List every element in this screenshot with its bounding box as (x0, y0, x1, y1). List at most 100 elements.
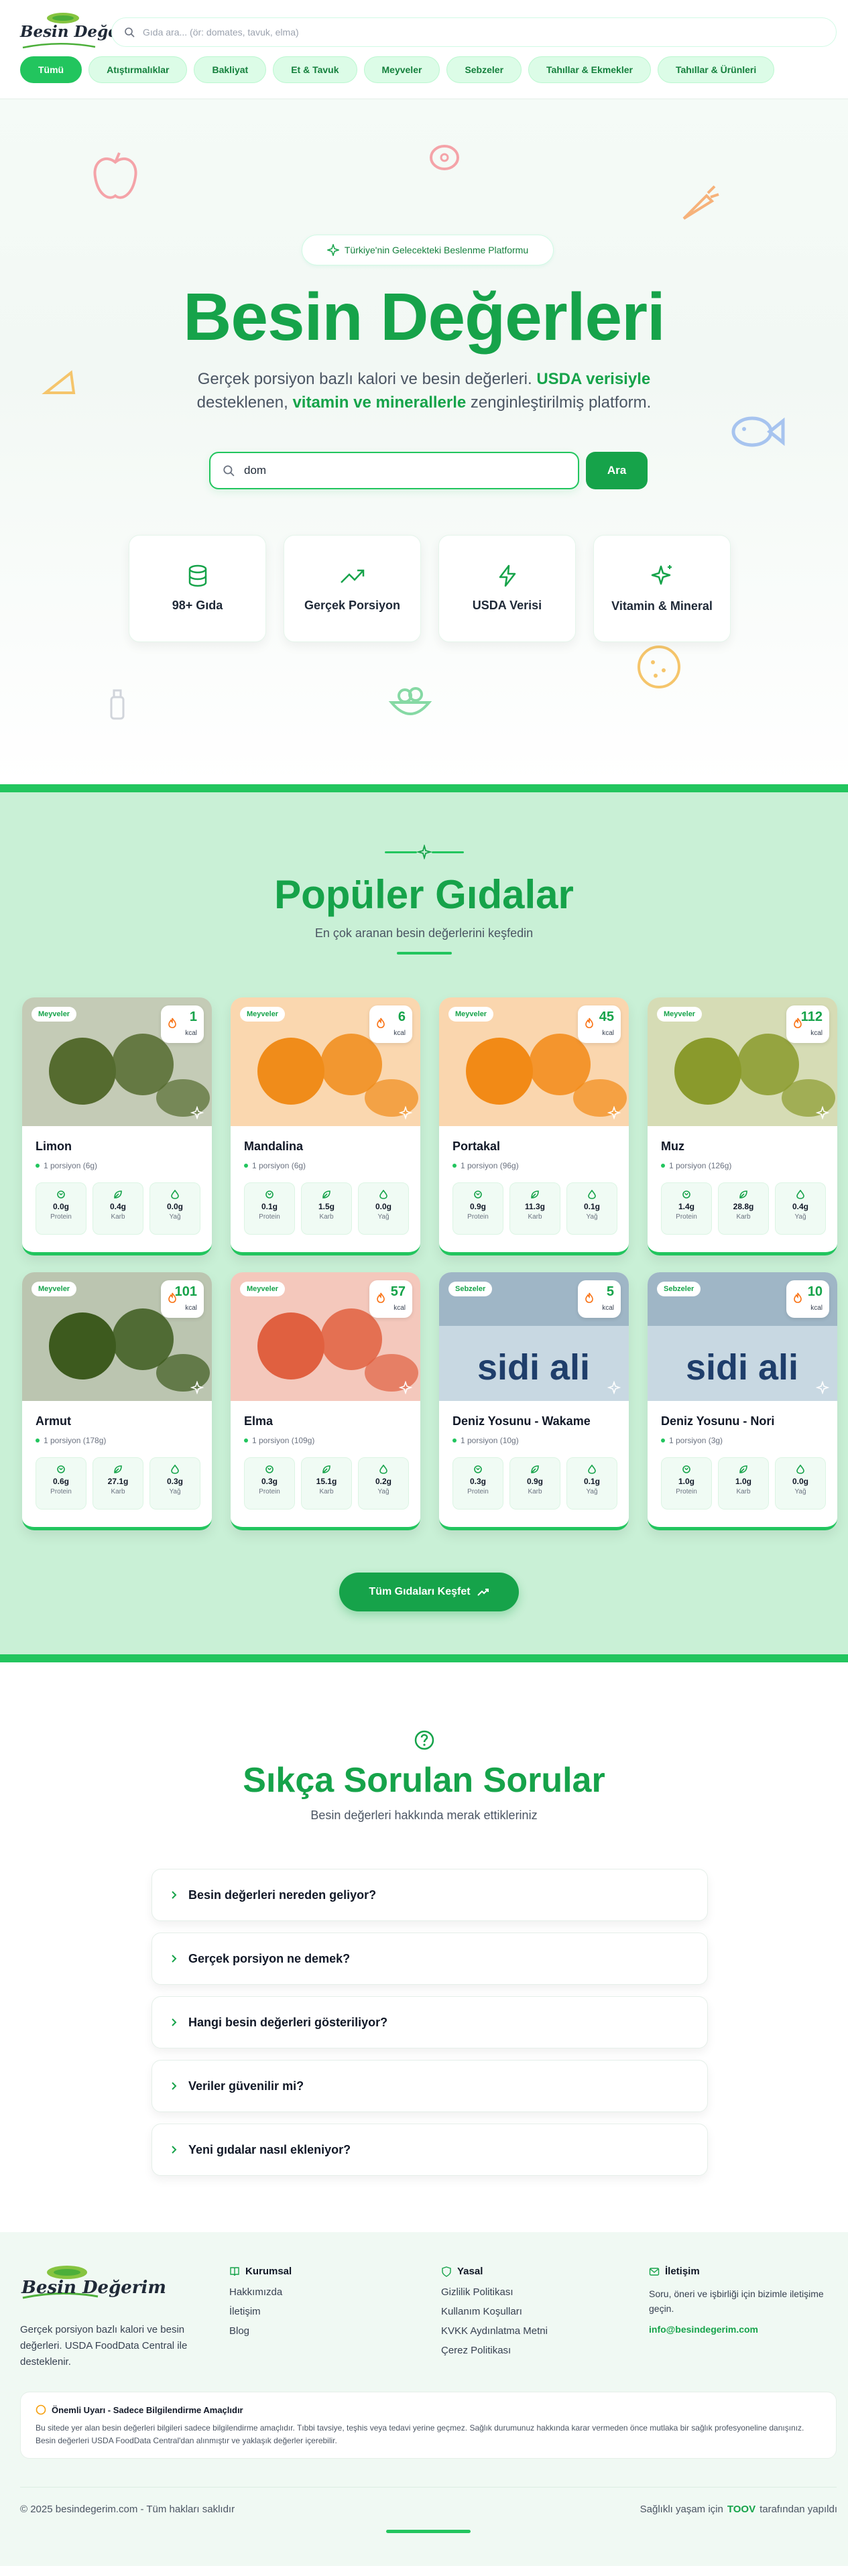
category-meat-chicken[interactable]: Et & Tavuk (273, 56, 357, 83)
food-card[interactable]: Meyveler 57 kcal Elma 1 porsiyon (109g) 0.3g P… (231, 1272, 420, 1530)
shield-icon (442, 2266, 451, 2277)
nutrient-carb: 1.0g Karb (718, 1457, 769, 1510)
leaf-icon (114, 1190, 122, 1199)
feature-label: Gerçek Porsiyon (304, 599, 401, 612)
category-fruits[interactable]: Meyveler (363, 56, 440, 83)
search-button[interactable]: Ara (586, 452, 648, 489)
food-card[interactable]: Meyveler 101 kcal Armut 1 porsiyon (178g) 0.6… (22, 1272, 212, 1530)
footer-link-blog[interactable]: Blog (229, 2325, 292, 2337)
category-tabs: Tümü Atıştırmalıklar Bakliyat Et & Tavuk… (20, 56, 775, 83)
footer-contact-text: Soru, öneri ve işbirliği için bizimle il… (649, 2288, 824, 2314)
nutrient-carb: 15.1g Karb (301, 1457, 352, 1510)
sparkle-icon (190, 1106, 204, 1119)
leaf-icon (531, 1190, 539, 1199)
faq-item[interactable]: Veriler güvenilir mi? (152, 2060, 708, 2112)
explore-all-button[interactable]: Tüm Gıdaları Keşfet (339, 1573, 519, 1611)
popular-subtitle: En çok aranan besin değerlerini keşfedin (314, 926, 534, 940)
droplet-icon (588, 1190, 596, 1199)
faq-item[interactable]: Hangi besin değerleri gösteriliyor? (152, 1996, 708, 2048)
header-search[interactable] (111, 17, 837, 47)
made-by-brand-link[interactable]: TOOV (727, 2504, 755, 2515)
nutrient-fat: 0.2g Yağ (358, 1457, 409, 1510)
footer-link-privacy[interactable]: Gizlilik Politikası (441, 2286, 548, 2298)
nutrient-fat: 0.0g Yağ (358, 1182, 409, 1235)
footer-link-kvkk[interactable]: KVKK Aydınlatma Metni (441, 2325, 548, 2337)
nutrient-fat: 0.3g Yağ (149, 1457, 200, 1510)
popular-section: Popüler Gıdalar En çok aranan besin değe… (0, 784, 848, 1662)
leaf-icon (322, 1190, 330, 1199)
flame-icon (585, 1018, 593, 1028)
food-image: Meyveler 57 kcal (231, 1272, 420, 1401)
feature-card-foods: 98+ Gıda (129, 535, 266, 642)
faq-question: Hangi besin değerleri gösteriliyor? (188, 2015, 388, 2029)
protein-icon (57, 1190, 65, 1199)
nutrient-protein: 0.0g Protein (36, 1182, 86, 1235)
flame-icon (377, 1018, 385, 1028)
nutrient-protein: 0.1g Protein (244, 1182, 295, 1235)
feature-label: Vitamin & Mineral (611, 599, 713, 613)
category-badge: Meyveler (240, 1007, 286, 1022)
nutrient-protein: 0.6g Protein (36, 1457, 86, 1510)
platform-pill-text: Türkiye'nin Gelecekteki Beslenme Platfor… (344, 245, 529, 255)
category-all[interactable]: Tümü (20, 56, 82, 83)
lightning-icon (499, 564, 516, 587)
sparkle-icon (816, 1381, 829, 1394)
food-name: Elma (244, 1414, 274, 1428)
sparkles-icon (651, 565, 672, 585)
flame-icon (585, 1292, 593, 1303)
footer-link-terms[interactable]: Kullanım Koşulları (441, 2306, 548, 2317)
chevron-right-icon (172, 2146, 177, 2154)
faq-item[interactable]: Besin değerleri nereden geliyor? (152, 1869, 708, 1921)
platform-pill: Türkiye'nin Gelecekteki Beslenme Platfor… (302, 235, 554, 265)
flame-icon (168, 1018, 176, 1028)
footer-logo[interactable]: Besin Değerim (20, 2263, 166, 2303)
food-card[interactable]: Meyveler 45 kcal Portakal 1 porsiyon (96g) 0.… (439, 997, 629, 1255)
faq-question: Yeni gıdalar nasıl ekleniyor? (188, 2142, 351, 2156)
header-search-input[interactable] (143, 27, 746, 38)
food-card[interactable]: sidi ali Sebzeler 5 kcal Deniz Yosunu - Waka… (439, 1272, 629, 1530)
leaf-icon (322, 1465, 330, 1473)
footer-email-link[interactable]: info@besindegerim.com (649, 2324, 837, 2335)
category-legumes[interactable]: Bakliyat (194, 56, 267, 83)
footer-link-cookies[interactable]: Çerez Politikası (441, 2345, 548, 2356)
divider-line (432, 851, 464, 853)
book-icon (230, 2266, 239, 2276)
sparkle-icon (399, 1381, 412, 1394)
protein-icon (474, 1190, 482, 1199)
faq-subtitle: Besin değerleri hakkında merak ettikleri… (310, 1808, 538, 1822)
food-card[interactable]: Meyveler 112 kcal Muz 1 porsiyon (126g) 1.4g P… (648, 997, 837, 1255)
logo-swoosh-icon (22, 42, 96, 49)
category-snacks[interactable]: Atıştırmalıklar (88, 56, 188, 83)
faq-item[interactable]: Yeni gıdalar nasıl ekleniyor? (152, 2124, 708, 2176)
food-portion: 1 porsiyon (10g) (452, 1436, 519, 1445)
food-card[interactable]: Meyveler 6 kcal Mandalina 1 porsiyon (6g) 0.1… (231, 997, 420, 1255)
footer-link-contact[interactable]: İletişim (229, 2306, 292, 2317)
food-image: Meyveler 101 kcal (22, 1272, 212, 1401)
food-name: Armut (36, 1414, 71, 1428)
food-image: Meyveler 112 kcal (648, 997, 837, 1126)
popular-title: Popüler Gıdalar (274, 872, 574, 917)
category-vegetables[interactable]: Sebzeler (446, 56, 522, 83)
site-logo[interactable]: Besin Değerim (20, 11, 148, 54)
hero-search[interactable] (209, 452, 579, 489)
category-grains-breads[interactable]: Tahıllar & Ekmekler (528, 56, 651, 83)
food-card[interactable]: sidi ali Sebzeler 10 kcal Deniz Yosunu - Nor… (648, 1272, 837, 1530)
cookie-decor-icon (638, 646, 680, 688)
food-image: Meyveler 1 kcal (22, 997, 212, 1126)
nutrient-fat: 0.0g Yağ (149, 1182, 200, 1235)
feature-card-vitamin: Vitamin & Mineral (593, 535, 731, 642)
nutrient-fat: 0.1g Yağ (566, 1182, 617, 1235)
category-badge: Sebzeler (448, 1282, 493, 1296)
footer-accent-bar (386, 2530, 471, 2533)
copyright-text: © 2025 besindegerim.com - Tüm hakları sa… (20, 2504, 235, 2515)
nutrient-carb: 27.1g Karb (93, 1457, 143, 1510)
alert-circle-icon (36, 2404, 46, 2415)
food-card[interactable]: Meyveler 1 kcal Limon 1 porsiyon (6g) 0.0g Pro… (22, 997, 212, 1255)
footer-link-about[interactable]: Hakkımızda (229, 2286, 292, 2298)
category-grains-products[interactable]: Tahıllar & Ürünleri (657, 56, 775, 83)
food-portion: 1 porsiyon (126g) (661, 1161, 731, 1170)
hero-search-input[interactable] (244, 464, 566, 477)
food-portion: 1 porsiyon (6g) (36, 1161, 97, 1170)
search-icon (223, 465, 235, 477)
faq-item[interactable]: Gerçek porsiyon ne demek? (152, 1933, 708, 1985)
